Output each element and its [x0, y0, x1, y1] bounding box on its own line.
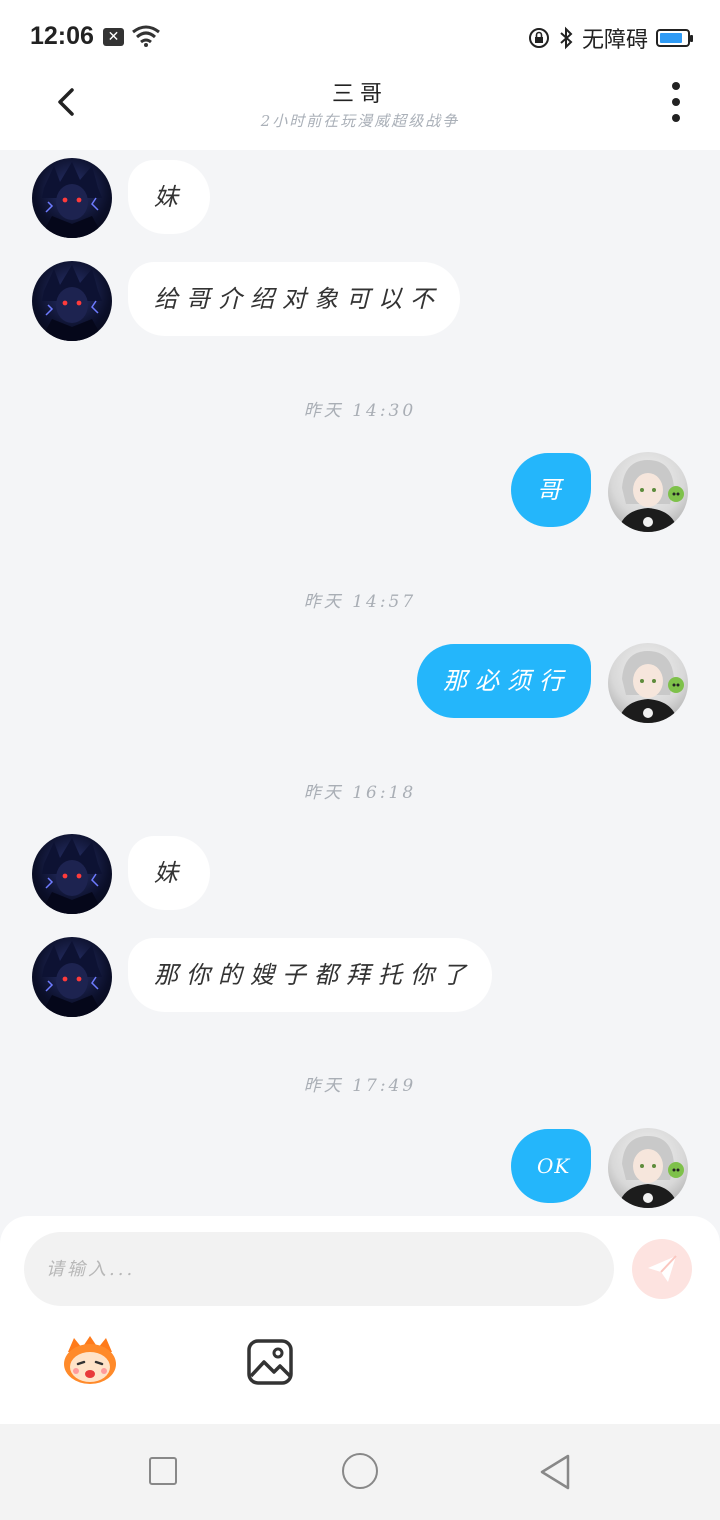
chat-header: 三哥 2小时前在玩漫威超级战争	[0, 72, 720, 150]
my-avatar[interactable]	[608, 643, 688, 723]
system-nav-bar	[0, 1424, 720, 1520]
square-icon[interactable]	[149, 1457, 177, 1485]
timestamp: 昨天 16:18	[303, 783, 417, 803]
circle-icon[interactable]	[342, 1453, 378, 1489]
status-bar: 12:06 ✕ 无障碍	[0, 0, 720, 72]
contact-avatar[interactable]	[32, 261, 112, 341]
contact-avatar[interactable]	[32, 158, 112, 238]
contact-status: 2小时前在玩漫威超级战争	[260, 112, 460, 130]
bluetooth-icon	[560, 26, 573, 50]
dark-character-icon	[40, 162, 104, 238]
status-time: 12:06	[30, 22, 94, 50]
anime-girl-icon	[618, 1136, 684, 1208]
contact-avatar[interactable]	[32, 834, 112, 914]
accessibility-label: 无障碍	[581, 28, 648, 53]
dark-character-icon	[40, 838, 104, 914]
contact-name: 三哥	[331, 82, 388, 107]
message-bubble-in[interactable]: 那你的嫂子都拜托你了	[128, 938, 492, 1012]
x-box-icon: ✕	[103, 28, 124, 46]
message-input[interactable]	[24, 1232, 614, 1306]
status-right-group: 无障碍	[528, 22, 693, 54]
message-bubble-in[interactable]: 给哥介绍对象可以不	[128, 262, 460, 336]
lock-rotation-icon	[528, 28, 549, 48]
dark-character-icon	[40, 941, 104, 1017]
timestamp: 昨天 14:30	[303, 401, 417, 421]
message-bubble-out[interactable]: 哥	[511, 453, 591, 527]
chat-screen: 12:06 ✕ 无障碍 三哥 2小时前在玩漫威超级战争 妹 给哥介绍对象可以不 …	[0, 0, 720, 1520]
contact-avatar[interactable]	[32, 937, 112, 1017]
paper-plane-icon	[648, 1255, 677, 1282]
my-avatar[interactable]	[608, 452, 688, 532]
anime-girl-icon	[618, 651, 684, 723]
dot	[672, 82, 680, 90]
input-panel	[0, 1216, 720, 1424]
message-bubble-out[interactable]: OK	[511, 1129, 591, 1203]
image-icon[interactable]	[246, 1338, 294, 1386]
dot	[672, 114, 680, 122]
message-bubble-in[interactable]: 妹	[128, 160, 210, 234]
timestamp: 昨天 17:49	[303, 1076, 417, 1096]
more-vertical-icon[interactable]	[668, 82, 684, 122]
wifi-icon	[132, 25, 160, 47]
anime-girl-icon	[618, 460, 684, 532]
emoji-face-icon[interactable]	[60, 1334, 120, 1386]
dot	[672, 98, 680, 106]
message-list[interactable]: 妹 给哥介绍对象可以不 昨天 14:30 哥 昨天 14:57 那必须行 昨天 …	[0, 150, 720, 1216]
message-bubble-in[interactable]: 妹	[128, 836, 210, 910]
dark-character-icon	[40, 265, 104, 341]
send-button[interactable]	[632, 1239, 692, 1299]
message-bubble-out[interactable]: 那必须行	[417, 644, 591, 718]
my-avatar[interactable]	[608, 1128, 688, 1208]
battery-fill	[660, 33, 682, 43]
timestamp: 昨天 14:57	[303, 592, 417, 612]
battery-icon	[656, 29, 693, 47]
triangle-back-icon[interactable]	[538, 1452, 572, 1492]
